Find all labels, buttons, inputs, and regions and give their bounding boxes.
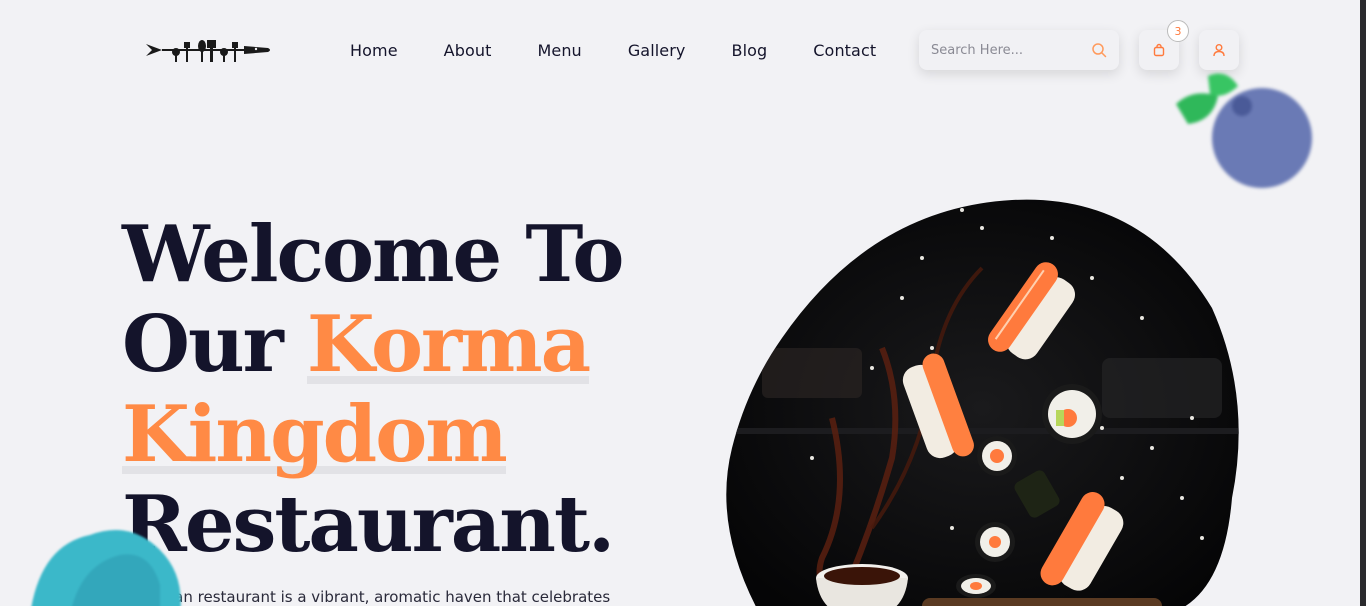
hero-line-3: Kingdom bbox=[122, 390, 622, 480]
user-account-button[interactable] bbox=[1199, 30, 1239, 70]
nav-contact[interactable]: Contact bbox=[813, 41, 876, 60]
cart-count-badge: 3 bbox=[1167, 20, 1189, 42]
hero-line-1: Welcome To bbox=[122, 209, 624, 300]
shopping-bag-icon bbox=[1153, 43, 1165, 57]
search-box bbox=[919, 30, 1119, 70]
page-scrollbar[interactable] bbox=[1360, 0, 1366, 606]
main-nav: Home About Menu Gallery Blog Contact bbox=[350, 38, 876, 62]
blueberry-decoration bbox=[1176, 73, 1312, 188]
nav-gallery[interactable]: Gallery bbox=[628, 41, 686, 60]
cart-button[interactable]: 3 bbox=[1139, 20, 1189, 70]
leaf-decoration bbox=[31, 530, 181, 606]
user-icon bbox=[1213, 44, 1225, 57]
nav-home[interactable]: Home bbox=[350, 41, 398, 60]
hero-food-image bbox=[726, 199, 1239, 606]
search-icon[interactable] bbox=[1091, 42, 1107, 58]
page: Home About Menu Gallery Blog Contact 3 bbox=[0, 0, 1366, 606]
logo-cutlery-icon[interactable] bbox=[144, 34, 274, 66]
hero-line-2-plain: Our bbox=[122, 299, 307, 390]
hero-line-2: Our Korma bbox=[122, 300, 622, 390]
nav-menu[interactable]: Menu bbox=[537, 41, 581, 60]
search-input[interactable] bbox=[931, 42, 1081, 58]
hero-accent-korma: Korma bbox=[306, 299, 591, 390]
hero-accent-kingdom: Kingdom bbox=[122, 389, 508, 480]
nav-about[interactable]: About bbox=[444, 41, 492, 60]
nav-blog[interactable]: Blog bbox=[732, 41, 768, 60]
